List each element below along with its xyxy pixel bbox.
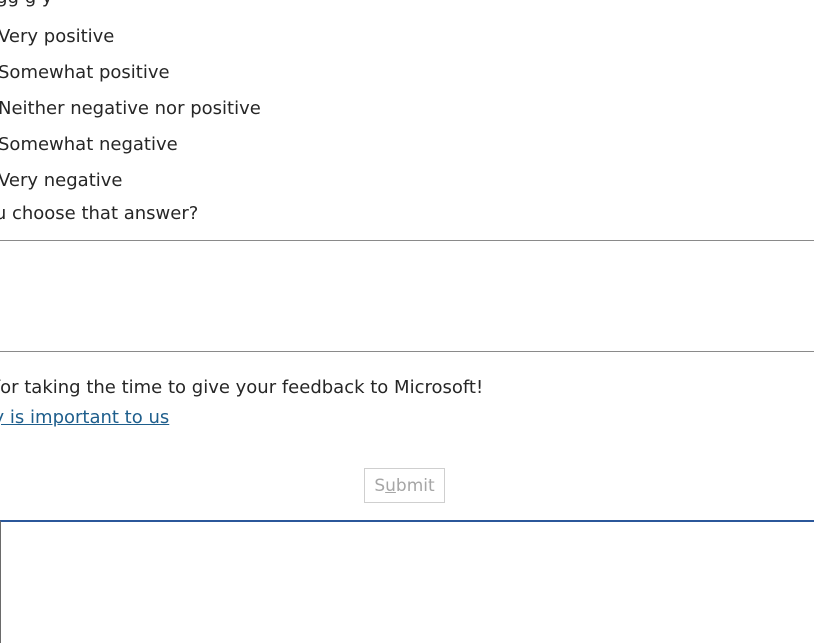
- feedback-window: y g p g, g , gg g y Very positive: [0, 0, 814, 643]
- option-label: Somewhat positive: [0, 61, 170, 83]
- submit-label-accelerator: u: [385, 475, 396, 496]
- submit-label-rest: bmit: [395, 475, 435, 496]
- submit-button[interactable]: Submit: [364, 468, 445, 503]
- option-somewhat-positive[interactable]: Somewhat positive: [0, 54, 261, 90]
- option-label: Somewhat negative: [0, 133, 178, 155]
- submit-label-s: S: [374, 475, 386, 496]
- question-text: y g p g, g , gg g y: [0, 0, 53, 8]
- why-question-label: Why did you choose that answer?: [0, 203, 199, 224]
- option-very-negative[interactable]: Very negative: [0, 162, 261, 198]
- option-label: Very negative: [0, 169, 123, 191]
- option-neutral[interactable]: Neither negative nor positive: [0, 90, 261, 126]
- privacy-link[interactable]: Your privacy is important to us: [0, 407, 169, 428]
- option-label: Neither negative nor positive: [0, 97, 261, 119]
- rating-options: Very positive Somewhat positive Neither …: [0, 18, 261, 198]
- option-very-positive[interactable]: Very positive: [0, 18, 261, 54]
- feedback-panel: y g p g, g , gg g y Very positive: [0, 0, 814, 520]
- thank-you-text: Thank you for taking the time to give yo…: [0, 377, 484, 398]
- option-label: Very positive: [0, 25, 115, 47]
- option-somewhat-negative[interactable]: Somewhat negative: [0, 126, 261, 162]
- lower-content-pane: [0, 520, 814, 643]
- comment-textarea[interactable]: [0, 240, 814, 352]
